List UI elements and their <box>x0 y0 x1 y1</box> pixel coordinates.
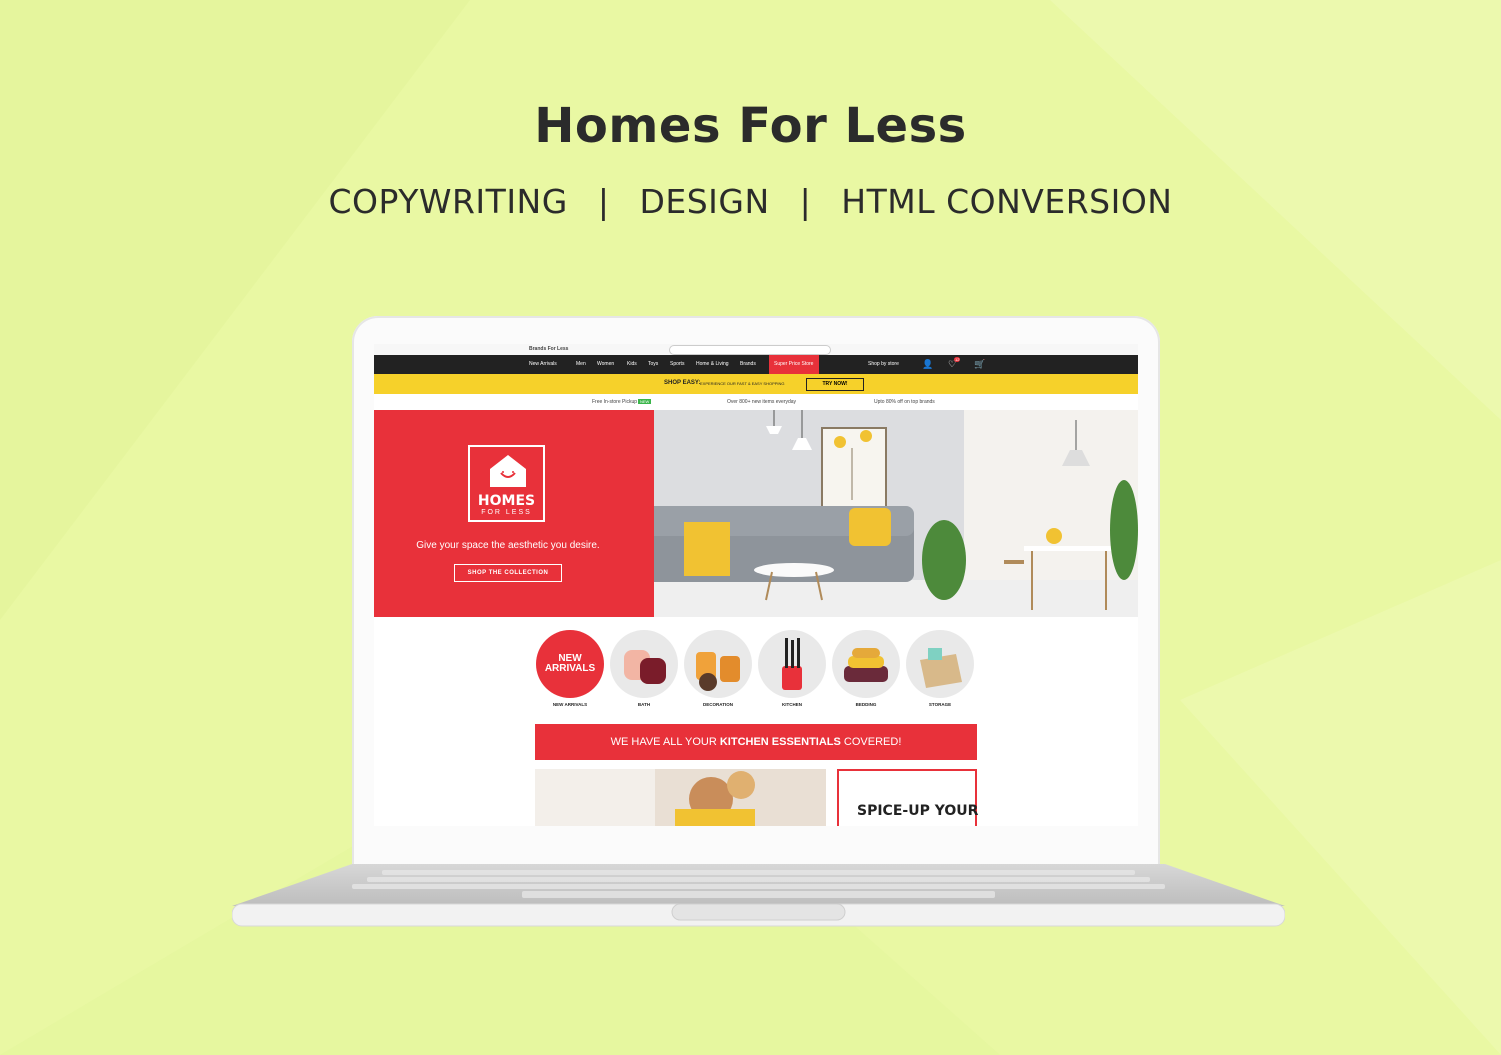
shop-by-store-link[interactable]: Shop by store <box>868 361 899 367</box>
try-now-button[interactable]: TRY NOW! <box>806 378 864 391</box>
super-store-label: Super Price Store <box>774 361 814 367</box>
category-bath[interactable]: BATH <box>610 630 678 707</box>
hero-panel: HOMES FOR LESS Give your space the aesth… <box>374 410 654 617</box>
category-storage[interactable]: STORAGE <box>906 630 974 707</box>
site-logo[interactable]: Brands For Less <box>529 346 568 352</box>
shop-easy-text: EXPERIENCE OUR FAST & EASY SHOPPING <box>700 381 785 386</box>
category-label: BATH <box>637 702 651 707</box>
category-list: NEW ARRIVALS NEW ARRIVALS BATH DECORATION… <box>534 630 978 710</box>
services-list: COPYWRITING | DESIGN | HTML CONVERSION <box>0 182 1501 221</box>
category-new-arrivals[interactable]: NEW ARRIVALS NEW ARRIVALS <box>536 630 604 707</box>
spice-up-box: SPICE-UP YOUR <box>837 769 979 826</box>
page-title: Homes For Less <box>534 98 967 154</box>
category-label: DECORATION <box>703 702 733 707</box>
usp-item: Free In-store Pickup <box>592 399 638 405</box>
nav-item-brands[interactable]: Brands <box>740 361 756 367</box>
banner-text-post: COVERED! <box>843 736 902 748</box>
nav-item-home-living[interactable]: Home & Living <box>696 361 729 367</box>
house-icon <box>490 455 526 487</box>
candles-image <box>684 630 752 698</box>
usp-item: Upto 80% off on top brands <box>874 399 935 405</box>
service-copywriting: COPYWRITING <box>328 182 568 221</box>
category-label: NEW ARRIVALS <box>552 702 588 707</box>
shop-collection-button[interactable]: SHOP THE COLLECTION <box>454 564 562 582</box>
nav-item-sports[interactable]: Sports <box>670 361 684 367</box>
service-design: DESIGN <box>639 182 770 221</box>
category-bedding[interactable]: BEDDING <box>832 630 900 707</box>
category-label: STORAGE <box>928 702 952 707</box>
homes-for-less-logo: HOMES FOR LESS <box>468 445 545 522</box>
shop-easy-banner: SHOP EASY: EXPERIENCE OUR FAST & EASY SH… <box>374 374 1138 394</box>
new-badge: NEW <box>638 399 652 404</box>
category-label: KITCHEN <box>782 702 802 707</box>
laptop-base <box>232 864 1285 927</box>
logo-line1: HOMES <box>477 493 536 509</box>
utensils-image <box>758 630 826 698</box>
wishlist-badge: 12 <box>954 357 961 362</box>
shop-easy-title: SHOP EASY: <box>664 380 701 386</box>
pillows-image <box>832 630 900 698</box>
category-label: BEDDING <box>855 702 877 707</box>
separator: | <box>597 182 610 221</box>
category-circle: NEW ARRIVALS <box>536 630 604 698</box>
nav-item-kids[interactable]: Kids <box>627 361 637 367</box>
nav-item-men[interactable]: Men <box>576 361 586 367</box>
nav-item-women[interactable]: Women <box>597 361 614 367</box>
hero-room-image <box>654 410 1138 617</box>
usp-item: Over 800+ new items everyday <box>727 399 797 405</box>
kitchen-family-image <box>535 769 826 826</box>
hero-tagline: Give your space the aesthetic you desire… <box>416 540 600 551</box>
category-decoration[interactable]: DECORATION <box>684 630 752 707</box>
nav-item-new-arrivals[interactable]: New Arrivals <box>529 361 557 367</box>
towels-image <box>610 630 678 698</box>
site-navbar: New Arrivals Men Women Kids Toys Sports … <box>374 355 1138 374</box>
spice-up-text: SPICE-UP YOUR <box>857 803 979 819</box>
nav-item-toys[interactable]: Toys <box>648 361 658 367</box>
banner-text-bold: KITCHEN ESSENTIALS <box>719 736 841 748</box>
kitchen-essentials-banner[interactable]: WE HAVE ALL YOUR KITCHEN ESSENTIALS COVE… <box>535 724 977 760</box>
nav-item-super-price-store[interactable]: Super Price Store <box>769 355 819 374</box>
usp-strip: Free In-store Pickup NEW Over 800+ new i… <box>374 394 1138 410</box>
laptop-screen: Brands For Less New Arrivals Men Women K… <box>374 344 1138 826</box>
new-arrivals-circle-text: NEW ARRIVALS <box>544 653 596 674</box>
separator: | <box>799 182 812 221</box>
service-html-conversion: HTML CONVERSION <box>841 182 1173 221</box>
category-kitchen[interactable]: KITCHEN <box>758 630 826 707</box>
search-input[interactable] <box>669 345 831 355</box>
user-icon[interactable]: 👤 <box>922 359 933 370</box>
banner-text-pre: WE HAVE ALL YOUR <box>610 736 717 748</box>
site-top-strip: Brands For Less <box>374 344 1138 355</box>
storage-box-image <box>906 630 974 698</box>
cart-icon[interactable]: 🛒 <box>974 359 985 370</box>
logo-line2: FOR LESS <box>481 509 532 516</box>
